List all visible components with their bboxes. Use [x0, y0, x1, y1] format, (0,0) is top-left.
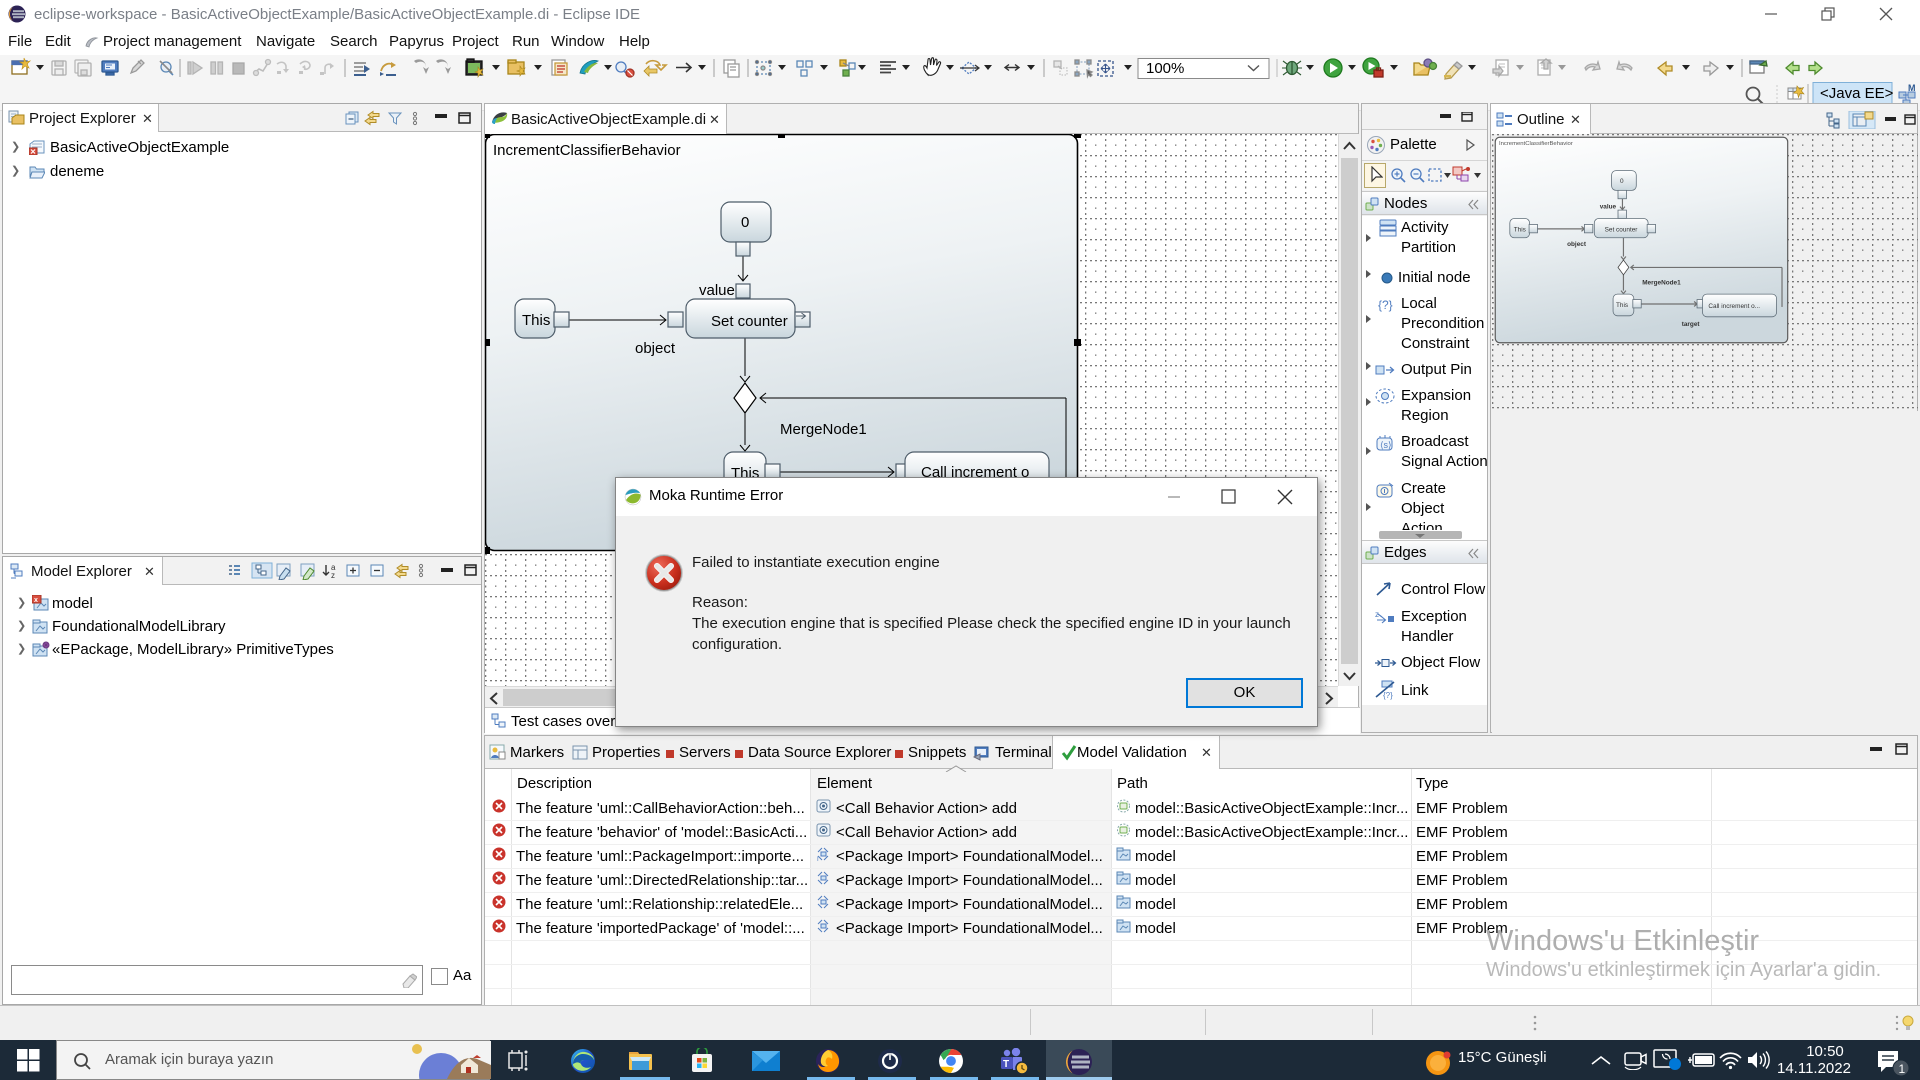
svg-text:⟨s⟩: ⟨s⟩ [1380, 440, 1392, 450]
svg-text:IncrementClassifierBehavior: IncrementClassifierBehavior [1499, 141, 1573, 147]
svg-text:100%: 100% [1146, 60, 1184, 77]
svg-text:This: This [1514, 226, 1526, 233]
svg-text:object: object [1567, 241, 1587, 248]
svg-text:{?}: {?} [1383, 691, 1393, 700]
svg-text:{?}: {?} [1378, 298, 1393, 312]
svg-text:T: T [1003, 1059, 1009, 1070]
svg-text:z: z [331, 571, 335, 580]
svg-text:This: This [1616, 302, 1628, 309]
svg-text:MergeNode1: MergeNode1 [780, 421, 867, 438]
svg-text:value: value [699, 282, 735, 299]
svg-text:value: value [1600, 204, 1617, 211]
svg-text:I: I [817, 857, 819, 863]
svg-text:M: M [1908, 83, 1916, 93]
svg-text:object: object [635, 340, 676, 357]
svg-text:<Java EE>: <Java EE> [1820, 85, 1894, 102]
svg-text:0: 0 [741, 214, 749, 231]
svg-text:x: x [34, 597, 38, 604]
svg-text:Set counter: Set counter [711, 313, 788, 330]
svg-text:z: z [1375, 610, 1379, 619]
svg-text:Call increment o...: Call increment o... [1708, 303, 1760, 310]
svg-text:IncrementClassifierBehavior: IncrementClassifierBehavior [493, 142, 681, 159]
svg-text:Set counter: Set counter [1605, 226, 1639, 233]
svg-text:1: 1 [1899, 1062, 1906, 1076]
svg-text:0: 0 [1620, 178, 1624, 185]
svg-text:MergeNode1: MergeNode1 [1642, 280, 1681, 287]
svg-text:target: target [1682, 321, 1701, 328]
svg-text:This: This [522, 312, 550, 329]
